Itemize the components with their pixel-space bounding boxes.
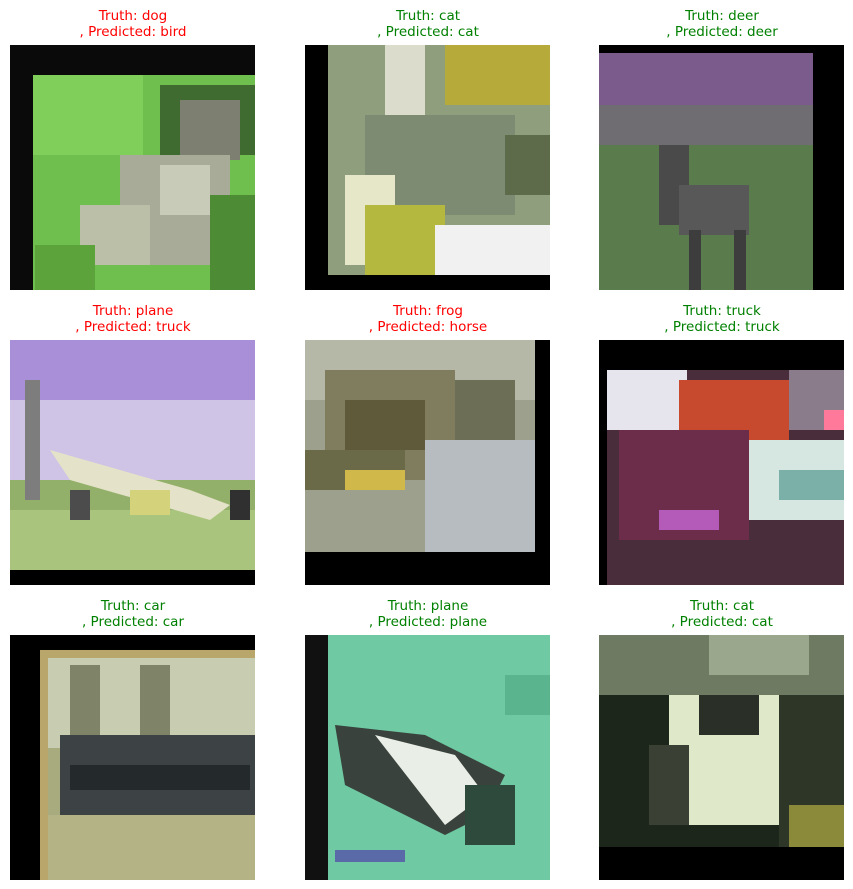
predicted-label: , Predicted: car [81,614,185,630]
predicted-label: , Predicted: cat [377,24,479,40]
prediction-caption: Truth: frog , Predicted: horse [305,303,551,335]
deer-image [599,45,844,290]
plane-image [10,340,255,585]
predicted-label: , Predicted: cat [671,614,773,630]
predicted-label: , Predicted: horse [368,319,488,335]
frog-image [305,340,550,585]
prediction-caption: Truth: car , Predicted: car [10,598,256,630]
predicted-label: , Predicted: truck [75,319,191,335]
prediction-caption: Truth: cat , Predicted: cat [599,598,845,630]
predicted-label: , Predicted: truck [664,319,780,335]
prediction-caption: Truth: plane , Predicted: truck [10,303,256,335]
truth-label: Truth: plane [92,303,174,319]
truth-label: Truth: car [100,598,166,614]
prediction-caption: Truth: deer , Predicted: deer [599,8,845,40]
car-image [10,635,255,880]
cat-image [599,635,844,880]
plane-image [305,635,550,880]
dog-image [10,45,255,290]
truth-label: Truth: cat [395,8,461,24]
truck-image [599,340,844,585]
predicted-label: , Predicted: bird [79,24,187,40]
predicted-label: , Predicted: plane [368,614,488,630]
truth-label: Truth: truck [683,303,761,319]
cat-image [305,45,550,290]
prediction-caption: Truth: truck , Predicted: truck [599,303,845,335]
truth-label: Truth: plane [387,598,469,614]
predicted-label: , Predicted: deer [666,24,778,40]
prediction-caption: Truth: cat , Predicted: cat [305,8,551,40]
truth-label: Truth: dog [98,8,168,24]
truth-label: Truth: deer [685,8,759,24]
prediction-caption: Truth: plane , Predicted: plane [305,598,551,630]
prediction-caption: Truth: dog , Predicted: bird [10,8,256,40]
truth-label: Truth: cat [689,598,755,614]
truth-label: Truth: frog [393,303,463,319]
